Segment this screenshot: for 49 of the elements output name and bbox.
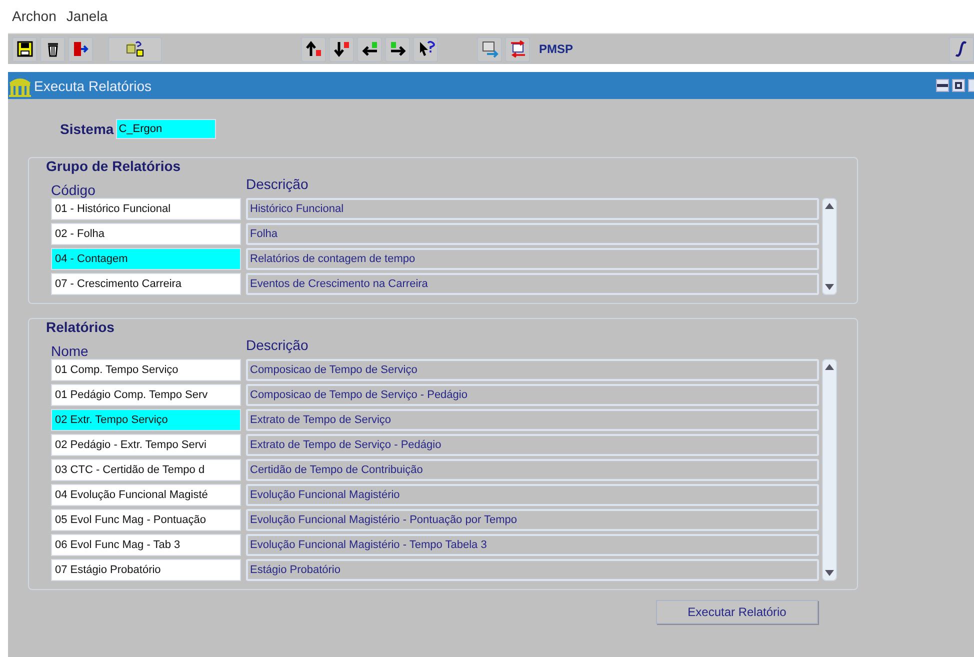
description-field[interactable]: Extrato de Tempo de Serviço: [246, 409, 819, 431]
code-field[interactable]: 02 Extr. Tempo Serviço: [51, 409, 241, 431]
code-field[interactable]: 04 - Contagem: [51, 248, 241, 270]
description-field[interactable]: Evolução Funcional Magistério - Tempo Tabela 3: [246, 534, 819, 556]
maximize-button[interactable]: [952, 79, 965, 92]
description-field[interactable]: Histórico Funcional: [246, 198, 819, 220]
scroll-down-icon[interactable]: [825, 570, 834, 576]
description-field[interactable]: Composicao de Tempo de Serviço: [246, 359, 819, 381]
window-title: Executa Relatórios: [34, 78, 152, 94]
code-field[interactable]: 07 - Crescimento Carreira: [51, 273, 241, 295]
column-header: Descrição: [246, 176, 308, 194]
column-header: Descrição: [246, 337, 308, 355]
brand-label: PMSP: [539, 42, 574, 56]
function-icon[interactable]: [949, 36, 974, 62]
scroll-down-icon[interactable]: [825, 284, 834, 290]
code-field[interactable]: 01 Pedágio Comp. Tempo Serv: [51, 384, 241, 406]
scrollbar[interactable]: [822, 198, 837, 295]
trash-icon[interactable]: [40, 36, 65, 62]
column-header: Nome: [51, 342, 90, 359]
code-field[interactable]: 07 Estágio Probatório: [51, 559, 241, 581]
description-field[interactable]: Relatórios de contagem de tempo: [246, 248, 819, 270]
scroll-up-icon[interactable]: [825, 364, 834, 370]
description-field[interactable]: Estágio Probatório: [246, 559, 819, 581]
sistema-field[interactable]: C_Ergon: [116, 119, 216, 139]
description-field[interactable]: Folha: [246, 223, 819, 245]
code-field[interactable]: 01 - Histórico Funcional: [51, 198, 241, 220]
code-field[interactable]: 05 Evol Func Mag - Pontuação: [51, 509, 241, 531]
description-field[interactable]: Eventos de Crescimento na Carreira: [246, 273, 819, 295]
code-field[interactable]: 04 Evolução Funcional Magisté: [51, 484, 241, 506]
swap-arrows-icon[interactable]: [505, 36, 530, 62]
code-field[interactable]: 01 Comp. Tempo Serviço: [51, 359, 241, 381]
code-field[interactable]: 02 - Folha: [51, 223, 241, 245]
description-field[interactable]: Certidão de Tempo de Contribuição: [246, 459, 819, 481]
description-field[interactable]: Extrato de Tempo de Serviço - Pedágio: [246, 434, 819, 456]
field-label: Sistema: [60, 121, 114, 137]
column-header: Código: [51, 181, 96, 198]
help-cursor-icon[interactable]: [413, 36, 438, 62]
description-field[interactable]: Evolução Funcional Magistério - Pontuação por Tempo: [246, 509, 819, 531]
menu-item[interactable]: Archon: [12, 8, 56, 24]
code-field[interactable]: 02 Pedágio - Extr. Tempo Servi: [51, 434, 241, 456]
code-field[interactable]: 06 Evol Func Mag - Tab 3: [51, 534, 241, 556]
run-report-button[interactable]: Executar Relatório: [656, 600, 818, 624]
minimize-button[interactable]: [936, 79, 949, 92]
scroll-up-icon[interactable]: [825, 203, 834, 209]
menu-item[interactable]: Janela: [66, 8, 108, 24]
description-field[interactable]: Evolução Funcional Magistério: [246, 484, 819, 506]
description-field[interactable]: Composicao de Tempo de Serviço - Pedágio: [246, 384, 819, 406]
scrollbar[interactable]: [822, 359, 837, 581]
code-field[interactable]: 03 CTC - Certidão de Tempo d: [51, 459, 241, 481]
